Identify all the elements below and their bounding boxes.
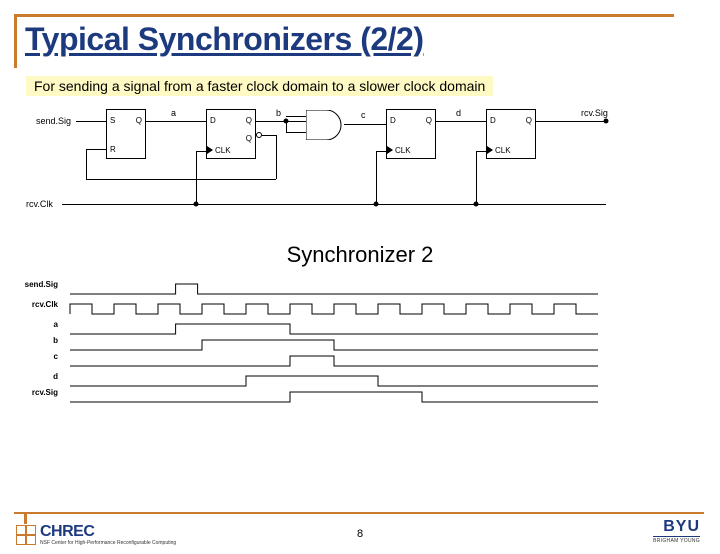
pin-clk2: CLK (395, 146, 411, 155)
chrec-subtext: NSF Center for High-Performance Reconfig… (40, 541, 176, 546)
circuit-diagram: send.Sig S Q R a D Q Q CLK b c D Q CLK (26, 104, 686, 224)
section-heading: Synchronizer 2 (0, 242, 720, 268)
wave-label-c: c (54, 352, 58, 361)
pin-d3: D (490, 116, 496, 125)
pin-clk3: CLK (495, 146, 511, 155)
pin-qbar1: Q (246, 134, 252, 143)
pin-q-sr: Q (136, 116, 142, 125)
wave-label-b: b (53, 336, 58, 345)
byu-text: BYU (653, 518, 700, 536)
pin-r: R (110, 145, 116, 154)
pin-clk1: CLK (215, 146, 231, 155)
pin-d2: D (390, 116, 396, 125)
clock-triangle-icon (207, 146, 213, 154)
timing-diagram: send.Sig rcv.Clk a b c d rcv.Sig (60, 276, 620, 416)
wave-label-rcvsig: rcv.Sig (32, 388, 58, 397)
subtitle-banner: For sending a signal from a faster clock… (26, 76, 493, 96)
title-box: Typical Synchronizers (2/2) (14, 14, 674, 68)
wave-label-rcvclk: rcv.Clk (32, 300, 58, 309)
wave-label-a: a (54, 320, 58, 329)
wave-label-d: d (53, 372, 58, 381)
label-rcv-sig: rcv.Sig (581, 108, 608, 118)
node-d: d (456, 108, 461, 118)
chrec-squares-icon (16, 525, 36, 545)
dff-2: D Q CLK (386, 109, 436, 159)
and-gate-icon (306, 110, 346, 140)
label-rcv-clk: rcv.Clk (26, 199, 53, 209)
page-title: Typical Synchronizers (2/2) (25, 21, 674, 58)
waveform-plot (60, 276, 620, 416)
wave-label-sendsig: send.Sig (25, 280, 58, 289)
chrec-logo: CHREC NSF Center for High-Performance Re… (16, 523, 176, 546)
byu-subtext: BRIGHAM YOUNG (653, 536, 700, 544)
node-b: b (276, 108, 281, 118)
sr-latch: S Q R (106, 109, 146, 159)
pin-q3: Q (526, 116, 532, 125)
chrec-text: CHREC (40, 523, 176, 541)
node-a: a (171, 108, 176, 118)
pin-q2: Q (426, 116, 432, 125)
dff-3: D Q CLK (486, 109, 536, 159)
clock-triangle-icon (487, 146, 493, 154)
pin-q1: Q (246, 116, 252, 125)
pin-s: S (110, 116, 115, 125)
pin-d1: D (210, 116, 216, 125)
footer-rule (14, 512, 704, 514)
dff-1: D Q Q CLK (206, 109, 256, 159)
clock-triangle-icon (387, 146, 393, 154)
byu-logo: BYU BRIGHAM YOUNG (653, 518, 700, 544)
label-send-sig: send.Sig (36, 116, 71, 126)
node-c: c (361, 110, 366, 120)
